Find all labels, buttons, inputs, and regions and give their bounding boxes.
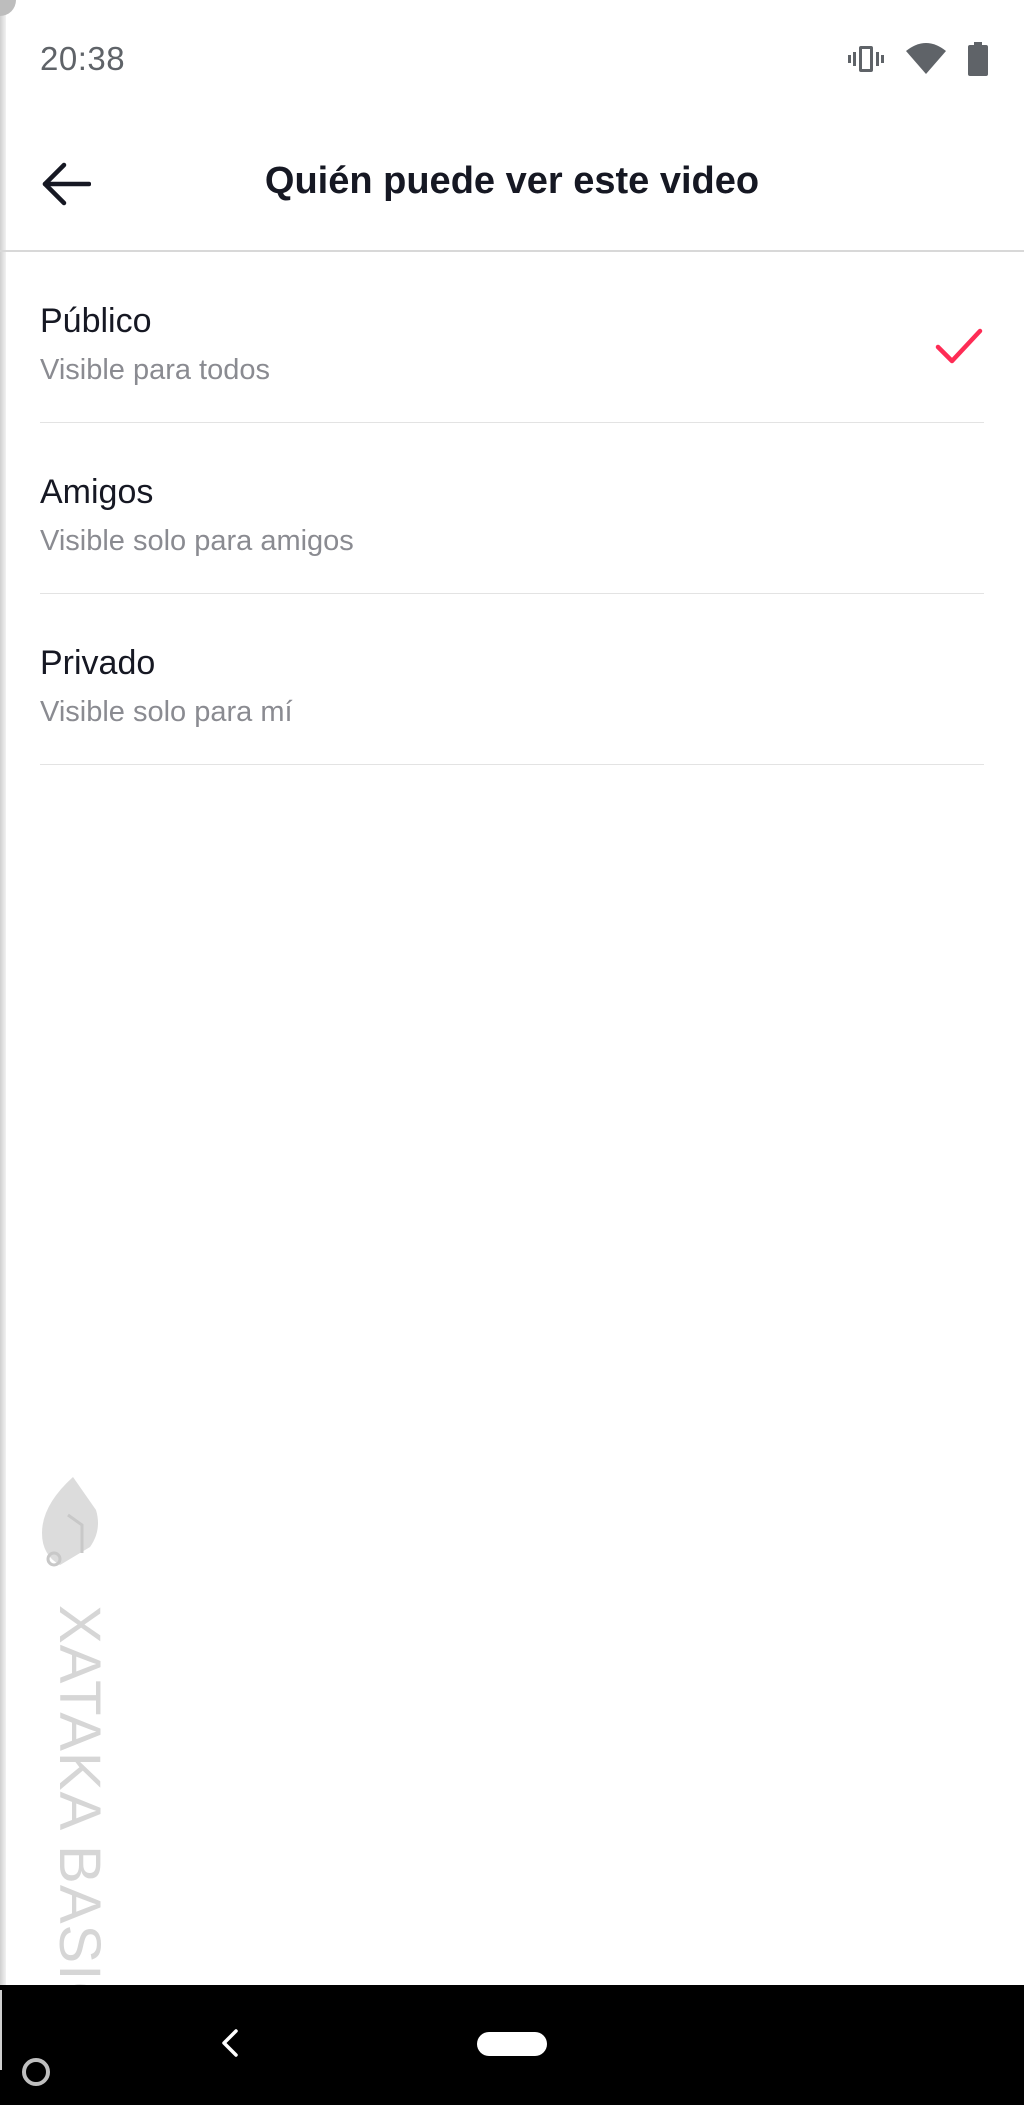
option-title: Público — [40, 302, 152, 340]
watermark-logo-icon — [38, 1477, 108, 1579]
option-title: Privado — [40, 644, 156, 682]
option-subtitle: Visible para todos — [40, 354, 271, 386]
watermark-line — [0, 1990, 2, 2070]
back-button[interactable] — [30, 150, 102, 222]
status-bar: 20:38 — [0, 0, 1024, 120]
screen: 20:38 Quién puede ver este video Público… — [0, 0, 1024, 1985]
watermark: XATAKA BASICS — [38, 1475, 112, 1985]
battery-icon — [968, 42, 988, 76]
status-icons — [848, 42, 988, 76]
vibrate-icon — [848, 43, 884, 75]
option-subtitle: Visible solo para mí — [40, 696, 293, 728]
option-private[interactable]: Privado Visible solo para mí — [40, 594, 984, 765]
navigation-bar — [0, 1985, 1024, 2105]
option-title: Amigos — [40, 473, 154, 511]
option-friends[interactable]: Amigos Visible solo para amigos — [40, 423, 984, 594]
nav-back-icon — [220, 2028, 240, 2063]
nav-back-button[interactable] — [200, 2015, 260, 2075]
privacy-options-list: Público Visible para todos Amigos Visibl… — [40, 252, 984, 765]
page-title: Quién puede ver este video — [264, 160, 760, 202]
watermark-circle — [22, 2058, 50, 2086]
arrow-left-icon — [41, 162, 92, 211]
wifi-icon — [906, 43, 946, 75]
home-pill-icon[interactable] — [477, 2032, 547, 2056]
checkmark-icon — [934, 327, 984, 372]
option-subtitle: Visible solo para amigos — [40, 525, 354, 557]
status-time: 20:38 — [40, 40, 126, 77]
watermark-text: XATAKA BASICS — [47, 1605, 112, 1985]
option-public[interactable]: Público Visible para todos — [40, 252, 984, 423]
screen-edge — [0, 0, 6, 1985]
header: Quién puede ver este video — [0, 120, 1024, 252]
